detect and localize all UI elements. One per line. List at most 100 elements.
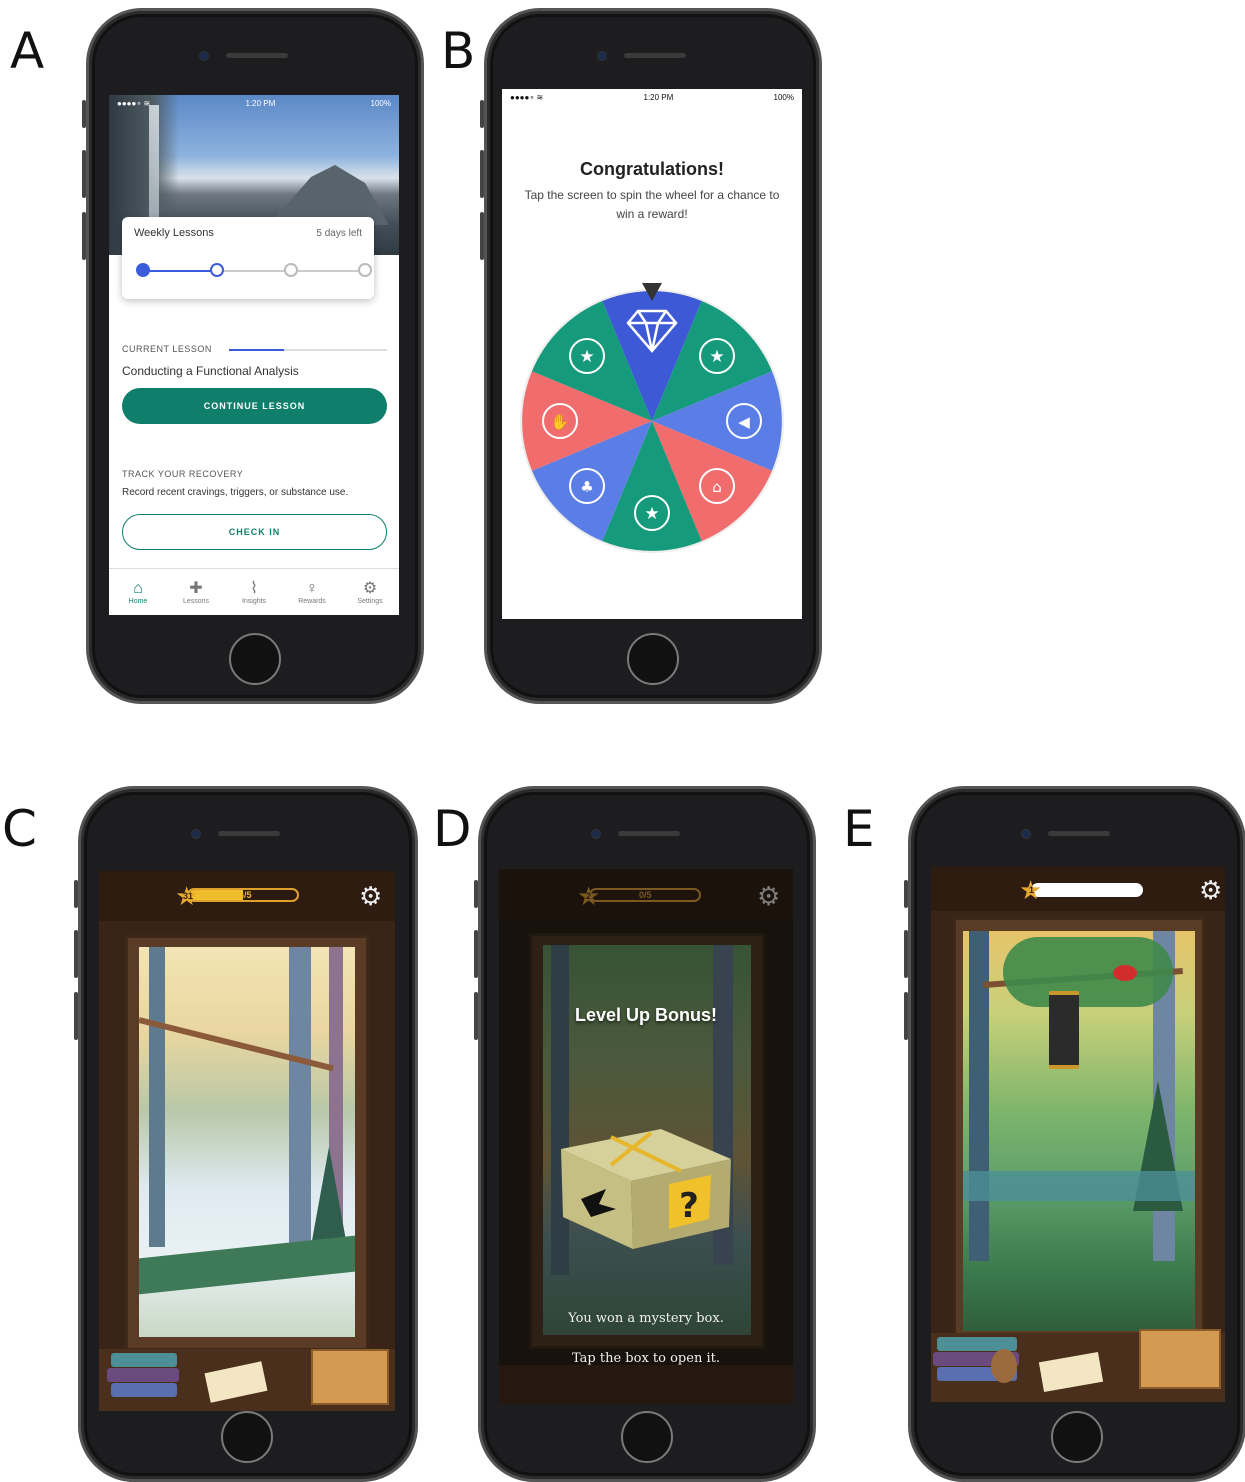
front-camera	[199, 51, 209, 61]
front-camera	[191, 829, 201, 839]
prize-wheel[interactable]: ★ ◀ ⌂ ★ ♣ ✋ ★	[502, 269, 802, 559]
xp-text: 0/5	[639, 890, 652, 900]
summer-forest-scene	[963, 931, 1195, 1331]
side-button	[474, 992, 478, 1040]
track-recovery-label: TRACK YOUR RECOVERY	[122, 469, 244, 479]
status-battery: 100%	[773, 92, 794, 102]
svg-text:⌂: ⌂	[712, 478, 722, 496]
tab-home-label: Home	[128, 597, 148, 605]
settings-gear-icon[interactable]: ⚙	[757, 883, 780, 909]
chart-icon: ⌇	[250, 579, 258, 597]
side-button	[474, 880, 478, 908]
phone-b: ●●●●∘ ≋ 1:20 PM 100% Congratulations! Ta…	[484, 8, 822, 704]
side-button	[480, 150, 484, 198]
tab-insights[interactable]: ⌇ Insights	[229, 580, 279, 605]
speaker-grille	[218, 831, 280, 836]
svg-text:★: ★	[579, 347, 594, 367]
red-bird	[1113, 965, 1137, 981]
status-time: 1:20 PM	[643, 92, 674, 102]
tab-insights-label: Insights	[241, 597, 267, 605]
tab-rewards-label: Rewards	[298, 597, 326, 605]
xp-text: 4/5	[239, 890, 252, 900]
signal-icon: ●●●●∘ ≋	[510, 92, 544, 102]
progress-line-done	[142, 270, 218, 272]
tab-bar: ⌂ Home ✚ Lessons ⌇ Insights ♀ Rewards ⚙ …	[109, 568, 399, 615]
svg-text:✋: ✋	[551, 413, 570, 431]
continue-lesson-button[interactable]: CONTINUE LESSON	[122, 388, 387, 424]
congrats-title: Congratulations!	[580, 159, 724, 179]
home-button[interactable]	[627, 633, 679, 685]
tree-trunk	[149, 947, 165, 1247]
days-left-text: 5 days left	[316, 228, 362, 239]
svg-text:♣: ♣	[580, 478, 593, 496]
leaf-cluster	[1003, 937, 1173, 1007]
status-bar: ●●●●∘ ≋ 1:20 PM 100%	[109, 95, 399, 111]
side-button	[82, 212, 86, 260]
weekly-lessons-title: Weekly Lessons	[134, 227, 214, 239]
svg-text:★: ★	[709, 347, 724, 367]
book-stack	[111, 1383, 177, 1397]
home-button[interactable]	[621, 1411, 673, 1463]
level-number: 31	[183, 891, 194, 901]
speaker-grille	[226, 53, 288, 58]
settings-gear-icon[interactable]: ⚙	[1199, 877, 1222, 903]
tree-trunk	[289, 947, 311, 1267]
track-recovery-description: Record recent cravings, triggers, or sub…	[122, 487, 349, 498]
desk	[499, 1365, 793, 1404]
xp-progress-fill	[1033, 885, 1141, 895]
side-button	[82, 150, 86, 198]
tab-lessons[interactable]: ✚ Lessons	[171, 580, 221, 605]
treasure-box	[1139, 1329, 1221, 1389]
xp-progress-bar	[1031, 883, 1143, 897]
status-bar: ●●●●∘ ≋ 1:20 PM 100%	[502, 89, 802, 105]
status-time: 1:20 PM	[245, 98, 276, 108]
svg-text:★: ★	[644, 504, 659, 524]
bird-feeder	[1049, 991, 1079, 1069]
book-stack	[111, 1353, 177, 1367]
mystery-box[interactable]: ?	[551, 1109, 741, 1259]
level-up-title: Level Up Bonus!	[574, 1005, 717, 1025]
phone-e: ★ 1 ⚙	[908, 786, 1245, 1482]
current-lesson-label: CURRENT LESSON	[122, 344, 212, 354]
mountain-shape	[269, 165, 389, 225]
home-button[interactable]	[1051, 1411, 1103, 1463]
front-camera	[1021, 829, 1031, 839]
screen-c: 4/5 ★ 31 ⚙	[99, 871, 395, 1411]
home-button[interactable]	[229, 633, 281, 685]
weekly-lessons-card[interactable]: Weekly Lessons 5 days left	[122, 217, 374, 299]
tab-rewards[interactable]: ♀ Rewards	[287, 580, 337, 605]
speaker-grille	[618, 831, 680, 836]
panel-label-c: C	[2, 800, 37, 858]
tab-settings[interactable]: ⚙ Settings	[345, 580, 395, 605]
progress-step-2	[210, 263, 224, 277]
settings-gear-icon[interactable]: ⚙	[359, 883, 382, 909]
current-lesson-progress-fill	[229, 349, 285, 351]
check-in-button[interactable]: CHECK IN	[122, 514, 387, 550]
stream	[139, 1235, 355, 1295]
side-button	[474, 930, 478, 978]
panel-label-a: A	[10, 22, 45, 80]
signal-icon: ●●●●∘ ≋	[117, 98, 151, 108]
home-icon: ⌂	[133, 579, 143, 597]
screen-b[interactable]: ●●●●∘ ≋ 1:20 PM 100% Congratulations! Ta…	[502, 89, 802, 619]
side-button	[904, 880, 908, 908]
stream	[963, 1171, 1195, 1201]
pine-cone	[991, 1349, 1017, 1383]
question-mark-icon: ?	[679, 1186, 699, 1226]
svg-text:◀: ◀	[738, 413, 750, 431]
tab-settings-label: Settings	[357, 597, 383, 605]
side-button	[74, 880, 78, 908]
speaker-grille	[1048, 831, 1110, 836]
book-stack	[107, 1368, 179, 1382]
mystery-box-message: You won a mystery box.	[568, 1311, 724, 1326]
panel-label-b: B	[441, 22, 476, 80]
side-button	[82, 100, 86, 128]
side-button	[904, 992, 908, 1040]
waterfall-shape	[149, 105, 159, 235]
tab-lessons-label: Lessons	[182, 597, 210, 605]
home-button[interactable]	[221, 1411, 273, 1463]
tab-home[interactable]: ⌂ Home	[113, 580, 163, 605]
tree-trunk	[969, 931, 989, 1261]
progress-step-4	[358, 263, 372, 277]
current-lesson-progress-track	[229, 349, 387, 351]
